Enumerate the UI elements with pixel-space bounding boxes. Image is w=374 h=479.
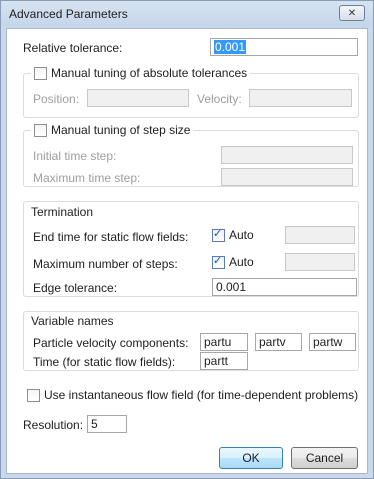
end-time-auto[interactable]: ✓ Auto [212, 228, 254, 242]
step-size-label: Manual tuning of step size [51, 123, 191, 137]
position-input[interactable] [87, 89, 189, 107]
window-title: Advanced Parameters [9, 7, 128, 21]
time-variable-input[interactable]: partt [200, 352, 248, 370]
step-size-legend: Manual tuning of step size [31, 123, 194, 137]
termination-title: Termination [31, 205, 94, 219]
position-label: Position: [33, 92, 80, 106]
velocity-label: Velocity: [197, 92, 242, 106]
initial-time-step-label: Initial time step: [33, 149, 117, 163]
close-button[interactable]: ✕ [339, 5, 365, 21]
step-size-checkbox[interactable] [34, 123, 47, 137]
max-steps-auto-checkbox[interactable]: ✓ [212, 254, 225, 269]
dialog-window: Advanced Parameters ✕ Relative tolerance… [0, 0, 374, 479]
end-time-auto-label: Auto [229, 228, 254, 242]
resolution-label: Resolution: [23, 418, 84, 432]
edge-tolerance-label: Edge tolerance: [33, 281, 118, 295]
max-steps-label: Maximum number of steps: [33, 257, 178, 271]
time-variable-label: Time (for static flow fields): [33, 355, 176, 369]
dialog-body: Relative tolerance: 0.001 Manual tuning … [6, 28, 368, 474]
ok-button[interactable]: OK [219, 447, 283, 469]
absolute-tolerance-checkbox[interactable] [34, 66, 47, 80]
velocity-input[interactable] [249, 89, 352, 107]
instantaneous-flow-label: Use instantaneous flow field (for time-d… [44, 388, 359, 402]
cancel-button[interactable]: Cancel [291, 447, 358, 469]
max-steps-auto-label: Auto [229, 255, 254, 269]
absolute-tolerance-label: Manual tuning of absolute tolerances [51, 66, 248, 80]
particle-velocity-label: Particle velocity components: [33, 336, 189, 350]
maximum-time-step-input[interactable] [221, 168, 353, 186]
check-icon: ✓ [213, 227, 223, 240]
instantaneous-flow-checkbox[interactable] [27, 388, 40, 402]
max-steps-auto[interactable]: ✓ Auto [212, 255, 254, 269]
relative-tolerance-input[interactable]: 0.001 [210, 38, 358, 56]
check-icon: ✓ [213, 254, 223, 267]
resolution-input[interactable]: 5 [87, 415, 127, 433]
edge-tolerance-input[interactable]: 0.001 [212, 278, 357, 296]
max-steps-input[interactable] [285, 253, 355, 271]
close-icon: ✕ [347, 7, 357, 19]
end-time-label: End time for static flow fields: [33, 230, 189, 244]
maximum-time-step-label: Maximum time step: [33, 171, 141, 185]
velocity-w-input[interactable]: partw [309, 333, 356, 351]
title-bar[interactable]: Advanced Parameters ✕ [1, 1, 373, 27]
relative-tolerance-value: 0.001 [214, 40, 247, 54]
absolute-tolerance-legend: Manual tuning of absolute tolerances [31, 66, 251, 80]
velocity-u-input[interactable]: partu [200, 333, 248, 351]
end-time-input[interactable] [285, 226, 355, 244]
initial-time-step-input[interactable] [221, 146, 353, 164]
relative-tolerance-label: Relative tolerance: [23, 41, 123, 55]
end-time-auto-checkbox[interactable]: ✓ [212, 227, 225, 242]
instantaneous-flow-option[interactable]: Use instantaneous flow field (for time-d… [27, 388, 358, 402]
velocity-v-input[interactable]: partv [255, 333, 302, 351]
variable-names-title: Variable names [31, 314, 114, 328]
